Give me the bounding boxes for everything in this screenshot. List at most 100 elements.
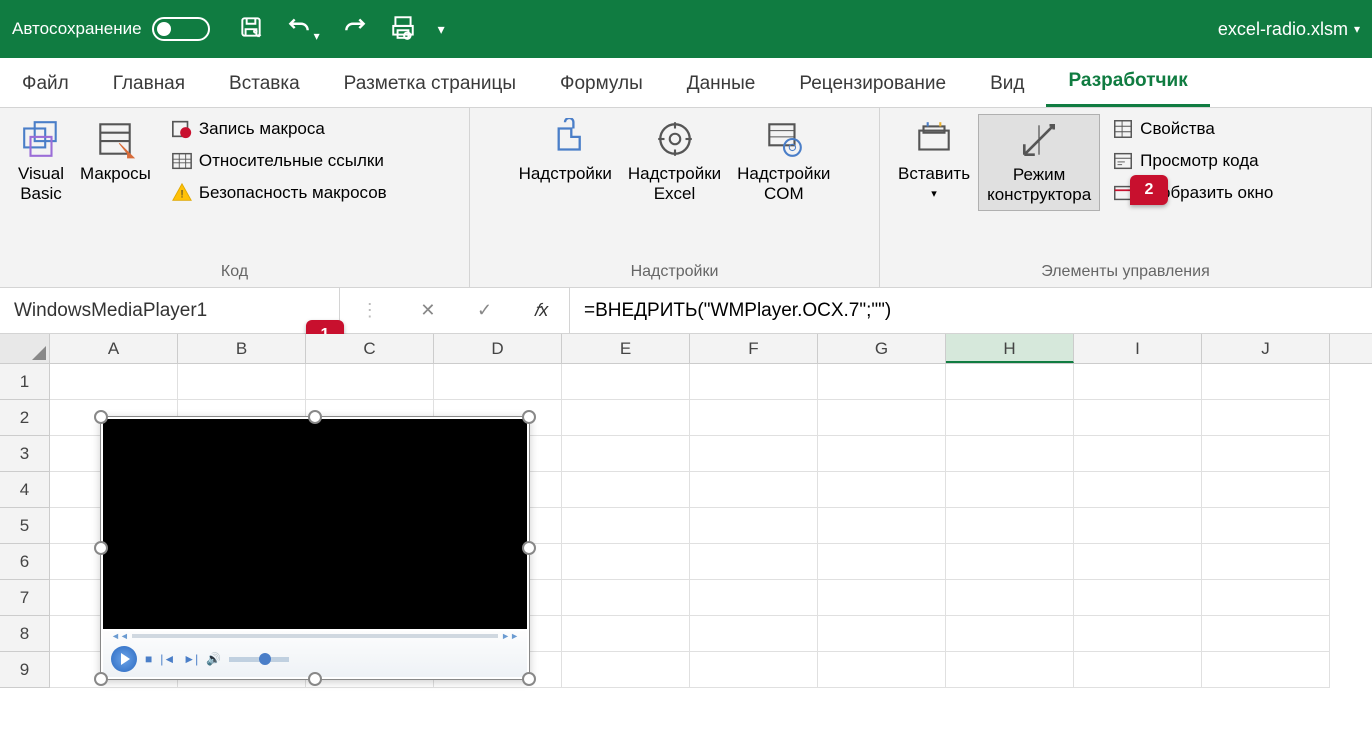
volume-icon[interactable]: 🔊 bbox=[206, 652, 221, 666]
row-header[interactable]: 1 bbox=[0, 364, 50, 400]
cell[interactable] bbox=[562, 400, 690, 436]
play-button[interactable] bbox=[111, 646, 137, 672]
row-header[interactable]: 8 bbox=[0, 616, 50, 652]
cell[interactable] bbox=[690, 544, 818, 580]
cell[interactable] bbox=[1202, 616, 1330, 652]
name-box[interactable]: WindowsMediaPlayer1 bbox=[0, 288, 340, 333]
tab-pagelayout[interactable]: Разметка страницы bbox=[322, 61, 538, 107]
row-header[interactable]: 2 bbox=[0, 400, 50, 436]
save-icon[interactable] bbox=[238, 14, 264, 45]
tab-developer[interactable]: Разработчик bbox=[1046, 58, 1209, 107]
cell[interactable] bbox=[818, 544, 946, 580]
row-header[interactable]: 9 bbox=[0, 652, 50, 688]
cell[interactable] bbox=[1202, 400, 1330, 436]
view-code-button[interactable]: Просмотр кода bbox=[1106, 146, 1279, 176]
col-header[interactable]: I bbox=[1074, 334, 1202, 363]
enter-icon[interactable]: ✓ bbox=[467, 296, 502, 325]
row-header[interactable]: 3 bbox=[0, 436, 50, 472]
col-header[interactable]: J bbox=[1202, 334, 1330, 363]
cell[interactable] bbox=[818, 508, 946, 544]
cell[interactable] bbox=[1074, 364, 1202, 400]
toggle-switch[interactable] bbox=[152, 17, 210, 41]
col-header[interactable]: E bbox=[562, 334, 690, 363]
cell[interactable] bbox=[306, 364, 434, 400]
cell[interactable] bbox=[946, 580, 1074, 616]
cell[interactable] bbox=[1202, 652, 1330, 688]
resize-handle[interactable] bbox=[308, 672, 322, 686]
row-header[interactable]: 6 bbox=[0, 544, 50, 580]
cell[interactable] bbox=[946, 544, 1074, 580]
relative-refs-button[interactable]: Относительные ссылки bbox=[165, 146, 393, 176]
resize-handle[interactable] bbox=[522, 541, 536, 555]
tab-home[interactable]: Главная bbox=[91, 61, 207, 107]
cell[interactable] bbox=[562, 580, 690, 616]
next-icon[interactable]: ►| bbox=[183, 652, 198, 666]
cell[interactable] bbox=[1202, 472, 1330, 508]
row-header[interactable]: 5 bbox=[0, 508, 50, 544]
excel-addins-button[interactable]: Надстройки Excel bbox=[620, 114, 729, 209]
tab-file[interactable]: Файл bbox=[0, 61, 91, 107]
cell[interactable] bbox=[562, 364, 690, 400]
cell[interactable] bbox=[690, 652, 818, 688]
cell[interactable] bbox=[1074, 652, 1202, 688]
resize-handle[interactable] bbox=[522, 672, 536, 686]
cell[interactable] bbox=[50, 364, 178, 400]
print-preview-icon[interactable] bbox=[390, 14, 416, 45]
cell[interactable] bbox=[946, 436, 1074, 472]
cell[interactable] bbox=[562, 616, 690, 652]
cell[interactable] bbox=[178, 364, 306, 400]
com-addins-button[interactable]: Надстройки COM bbox=[729, 114, 838, 209]
cell[interactable] bbox=[434, 364, 562, 400]
autosave-toggle[interactable]: Автосохранение bbox=[12, 17, 210, 41]
namebox-dropdown-icon[interactable]: ⋮ bbox=[351, 296, 389, 325]
design-mode-button[interactable]: Режим конструктора bbox=[978, 114, 1100, 211]
filename-label[interactable]: excel-radio.xlsm ▾ bbox=[1218, 19, 1360, 40]
cell[interactable] bbox=[946, 652, 1074, 688]
resize-handle[interactable] bbox=[94, 541, 108, 555]
cell[interactable] bbox=[1202, 544, 1330, 580]
cell[interactable] bbox=[1074, 436, 1202, 472]
cell[interactable] bbox=[1202, 364, 1330, 400]
insert-control-button[interactable]: Вставить ▾ bbox=[890, 114, 978, 206]
cell[interactable] bbox=[946, 364, 1074, 400]
fx-icon[interactable]: 𝑓x bbox=[524, 296, 559, 325]
visual-basic-button[interactable]: Visual Basic bbox=[10, 114, 72, 209]
col-header[interactable]: H bbox=[946, 334, 1074, 363]
select-all-corner[interactable] bbox=[0, 334, 50, 363]
cell[interactable] bbox=[690, 616, 818, 652]
tab-review[interactable]: Рецензирование bbox=[777, 61, 968, 107]
cell[interactable] bbox=[1074, 580, 1202, 616]
cell[interactable] bbox=[562, 544, 690, 580]
cell[interactable] bbox=[818, 652, 946, 688]
col-header[interactable]: A bbox=[50, 334, 178, 363]
col-header[interactable]: C bbox=[306, 334, 434, 363]
cell[interactable] bbox=[690, 508, 818, 544]
cell[interactable] bbox=[690, 436, 818, 472]
cell[interactable] bbox=[818, 580, 946, 616]
cell[interactable] bbox=[818, 364, 946, 400]
seek-bar[interactable]: ◄◄►► bbox=[103, 631, 527, 641]
row-header[interactable]: 7 bbox=[0, 580, 50, 616]
col-header[interactable]: B bbox=[178, 334, 306, 363]
qat-customize-icon[interactable]: ▾ bbox=[438, 21, 445, 38]
cell[interactable] bbox=[1074, 544, 1202, 580]
cell[interactable] bbox=[690, 364, 818, 400]
col-header[interactable]: F bbox=[690, 334, 818, 363]
formula-input[interactable]: =ВНЕДРИТЬ("WMPlayer.OCX.7";"") bbox=[570, 300, 1372, 322]
tab-formulas[interactable]: Формулы bbox=[538, 61, 665, 107]
cell[interactable] bbox=[1074, 508, 1202, 544]
cancel-icon[interactable]: ✕ bbox=[410, 296, 445, 325]
cell[interactable] bbox=[562, 472, 690, 508]
cell[interactable] bbox=[1074, 616, 1202, 652]
cell[interactable] bbox=[562, 652, 690, 688]
addins-button[interactable]: Надстройки bbox=[511, 114, 620, 188]
record-macro-button[interactable]: Запись макроса bbox=[165, 114, 393, 144]
cell[interactable] bbox=[1202, 508, 1330, 544]
cell[interactable] bbox=[946, 472, 1074, 508]
row-header[interactable]: 4 bbox=[0, 472, 50, 508]
cell[interactable] bbox=[946, 616, 1074, 652]
cell[interactable] bbox=[818, 616, 946, 652]
cell[interactable] bbox=[690, 580, 818, 616]
col-header[interactable]: D bbox=[434, 334, 562, 363]
col-header[interactable]: G bbox=[818, 334, 946, 363]
